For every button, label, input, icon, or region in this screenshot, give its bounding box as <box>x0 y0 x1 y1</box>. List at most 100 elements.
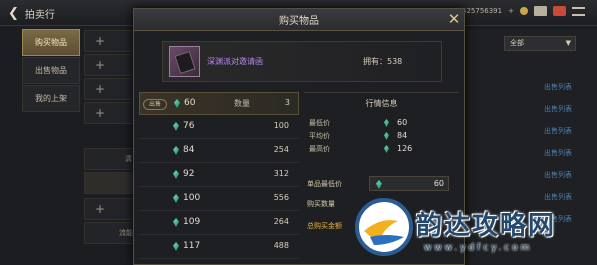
category-row[interactable]: + <box>84 30 136 52</box>
menu-icon[interactable] <box>571 6 585 16</box>
order-price: 84 <box>183 145 195 155</box>
buy-quantity-label: 购买数量 <box>307 200 335 208</box>
order-row[interactable]: 出售 60 数量 3 <box>139 92 299 115</box>
sell-order-list: 出售 60 数量 3 76 100 84 254 92 312 100 556 <box>139 92 299 265</box>
sell-list-button[interactable]: 出售列表 <box>535 80 581 94</box>
order-price: 76 <box>183 121 195 131</box>
market-info-panel: 行情信息 最低价 60 平均价 84 最高价 126 <box>304 92 459 172</box>
currency-plus[interactable]: + <box>508 7 514 15</box>
gem-currency-icon <box>376 180 382 189</box>
sell-tag: 出售 <box>143 99 167 110</box>
order-row[interactable]: 92 312 <box>139 164 299 187</box>
message-icon[interactable] <box>552 6 566 16</box>
close-icon[interactable]: ✕ <box>446 11 462 27</box>
filter-dropdown[interactable]: 全部 ▼ <box>504 36 576 51</box>
plus-icon: + <box>95 106 106 120</box>
filter-value: 全部 <box>510 39 524 47</box>
gem-currency-icon <box>173 194 179 203</box>
market-info-title: 行情信息 <box>365 99 398 108</box>
market-row-highest: 最高价 126 <box>309 144 459 156</box>
gem-currency-icon <box>384 132 389 140</box>
gem-currency-icon <box>173 122 179 131</box>
watermark-logo-icon <box>355 198 413 256</box>
unit-price-field[interactable]: 60 <box>369 176 449 191</box>
item-name: 深渊派对邀请函 <box>207 57 263 66</box>
total-amount-label: 总购买金额 <box>307 222 342 230</box>
order-row[interactable]: 84 254 <box>139 140 299 163</box>
chevron-down-icon: ▼ <box>565 39 571 47</box>
category-row[interactable]: + <box>84 54 136 76</box>
market-label: 平均价 <box>309 132 330 140</box>
top-right-status: 425756391 + <box>462 6 585 16</box>
category-row[interactable]: + <box>84 198 136 220</box>
market-label: 最低价 <box>309 119 330 127</box>
quantity-label: 数量 <box>234 99 250 108</box>
market-value: 60 <box>397 118 408 127</box>
invitation-item-icon <box>169 46 200 77</box>
category-row[interactable]: + <box>84 78 136 100</box>
order-quantity: 100 <box>273 121 289 130</box>
order-price: 100 <box>183 193 201 203</box>
order-row[interactable]: 76 100 <box>139 116 299 139</box>
market-value: 84 <box>397 131 408 140</box>
sell-list-button[interactable]: 出售列表 <box>535 168 581 182</box>
market-value: 126 <box>397 144 413 153</box>
tab-buy-items[interactable]: 购买物品 <box>22 29 80 56</box>
category-row[interactable]: 清 <box>84 148 136 170</box>
order-quantity: 556 <box>273 193 289 202</box>
category-row[interactable] <box>84 172 136 194</box>
category-sub-label: 清 <box>125 155 132 163</box>
back-label: 拍卖行 <box>24 9 55 21</box>
order-quantity: 488 <box>273 241 289 250</box>
item-info-strip: 深渊派对邀请函 拥有：538 <box>162 41 442 82</box>
plus-icon: + <box>95 58 106 72</box>
order-row[interactable]: 117 488 <box>139 236 299 259</box>
back-button[interactable]: ❮ 拍卖行 <box>8 4 86 22</box>
back-arrow-icon: ❮ <box>8 5 19 21</box>
sell-list-button[interactable]: 出售列表 <box>535 124 581 138</box>
gem-currency-icon <box>173 242 179 251</box>
tab-my-listings[interactable]: 我的上架 <box>22 85 80 112</box>
category-row[interactable]: + <box>84 102 136 124</box>
market-row-average: 平均价 84 <box>309 131 459 143</box>
tab-label: 购买物品 <box>35 38 67 47</box>
market-label: 最高价 <box>309 145 330 153</box>
unit-price-label: 单品最低价 <box>307 180 342 188</box>
dialog-title: 购买物品 <box>279 16 319 27</box>
order-price: 117 <box>183 241 201 251</box>
category-sub-label: 流能 <box>119 229 133 237</box>
order-row[interactable]: 100 556 <box>139 188 299 211</box>
player-id: 425756391 <box>462 7 503 15</box>
unit-price-row: 单品最低价 60 <box>307 176 457 192</box>
gem-currency-icon <box>384 119 389 127</box>
watermark-url: www.ydfcy.com <box>424 243 533 253</box>
order-row[interactable]: 109 264 <box>139 212 299 235</box>
order-price: 109 <box>183 217 201 227</box>
unit-price-value: 60 <box>433 179 444 188</box>
watermark: 韵达攻略网 www.ydfcy.com <box>352 195 597 265</box>
gem-currency-icon <box>174 99 180 108</box>
order-quantity: 3 <box>284 98 290 107</box>
market-row-lowest: 最低价 60 <box>309 118 459 130</box>
mail-icon[interactable] <box>533 6 547 16</box>
owned-count: 拥有：538 <box>363 57 403 66</box>
gem-currency-icon <box>173 146 179 155</box>
sell-list-button[interactable]: 出售列表 <box>535 146 581 160</box>
plus-icon: + <box>95 82 106 96</box>
tab-sell-items[interactable]: 出售物品 <box>22 57 80 84</box>
tab-label: 出售物品 <box>35 66 67 75</box>
coin-icon <box>519 7 528 15</box>
plus-icon: + <box>95 202 106 216</box>
gem-currency-icon <box>173 170 179 179</box>
watermark-text: 韵达攻略网 <box>416 211 557 241</box>
sell-list-button[interactable]: 出售列表 <box>535 102 581 116</box>
plus-icon: + <box>95 34 106 48</box>
category-row[interactable]: 流能 <box>84 222 136 244</box>
order-quantity: 312 <box>273 169 289 178</box>
order-quantity: 254 <box>273 145 289 154</box>
dialog-header: 购买物品 ✕ <box>134 9 464 31</box>
gem-currency-icon <box>384 145 389 153</box>
order-price: 60 <box>184 98 196 108</box>
tab-label: 我的上架 <box>35 94 67 103</box>
order-price: 92 <box>183 169 195 179</box>
